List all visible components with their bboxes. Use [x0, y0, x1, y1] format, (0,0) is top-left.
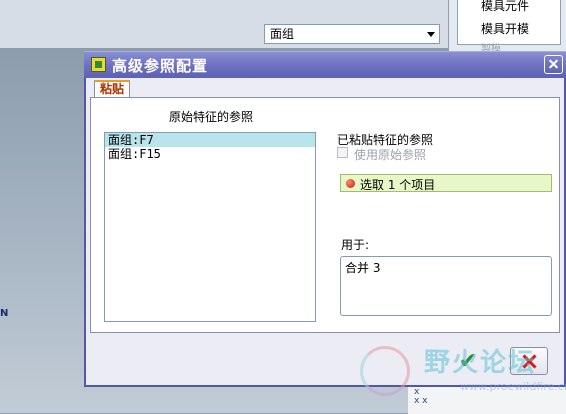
- use-original-refs-checkbox[interactable]: [337, 147, 348, 158]
- original-refs-label: 原始特征的参照: [169, 110, 254, 124]
- chevron-down-icon: [427, 32, 435, 37]
- reference-collector[interactable]: 选取 1 个项目: [340, 174, 552, 192]
- dialog-button-bar: ✔: [90, 337, 560, 381]
- feature-filter-combo[interactable]: 面组: [264, 24, 440, 44]
- advanced-reference-config-dialog: 高级参照配置 粘贴 原始特征的参照 面组:F7 面组:F15 已粘贴特征的参照 …: [84, 51, 566, 387]
- tab-strip: 粘贴: [90, 77, 560, 97]
- checkmark-icon: ✔: [458, 349, 478, 374]
- paste-reference-icon: [91, 57, 106, 72]
- cancel-button[interactable]: [510, 347, 548, 375]
- status-area: [408, 383, 566, 414]
- close-button[interactable]: [544, 55, 563, 74]
- paste-tab-page: 原始特征的参照 面组:F7 面组:F15 已粘贴特征的参照 使用原始参照 选取 …: [90, 97, 560, 333]
- list-item[interactable]: 面组:F15: [105, 147, 315, 161]
- used-for-label: 用于:: [341, 238, 370, 252]
- status-dot-icon: [346, 179, 355, 188]
- collector-text: 选取 1 个项目: [360, 178, 436, 192]
- dialog-titlebar[interactable]: 高级参照配置: [84, 51, 566, 78]
- model-tree-item-mold-component[interactable]: 模具元件: [481, 0, 529, 14]
- use-original-refs-label: 使用原始参照: [354, 148, 427, 162]
- dialog-title: 高级参照配置: [112, 57, 209, 75]
- model-tree-item-mold-opening[interactable]: 模具开模: [481, 20, 529, 37]
- viewport-label: N: [0, 308, 9, 319]
- ok-button[interactable]: ✔: [450, 349, 486, 375]
- tab-paste[interactable]: 粘贴: [94, 80, 130, 97]
- selection-status-icon: xx x: [414, 387, 428, 406]
- used-for-list[interactable]: 合并 3: [340, 256, 552, 316]
- feature-filter-value: 面组: [270, 27, 295, 41]
- list-item[interactable]: 面组:F7: [105, 133, 315, 147]
- list-item[interactable]: 合并 3: [345, 259, 380, 276]
- original-refs-list[interactable]: 面组:F7 面组:F15: [104, 132, 316, 322]
